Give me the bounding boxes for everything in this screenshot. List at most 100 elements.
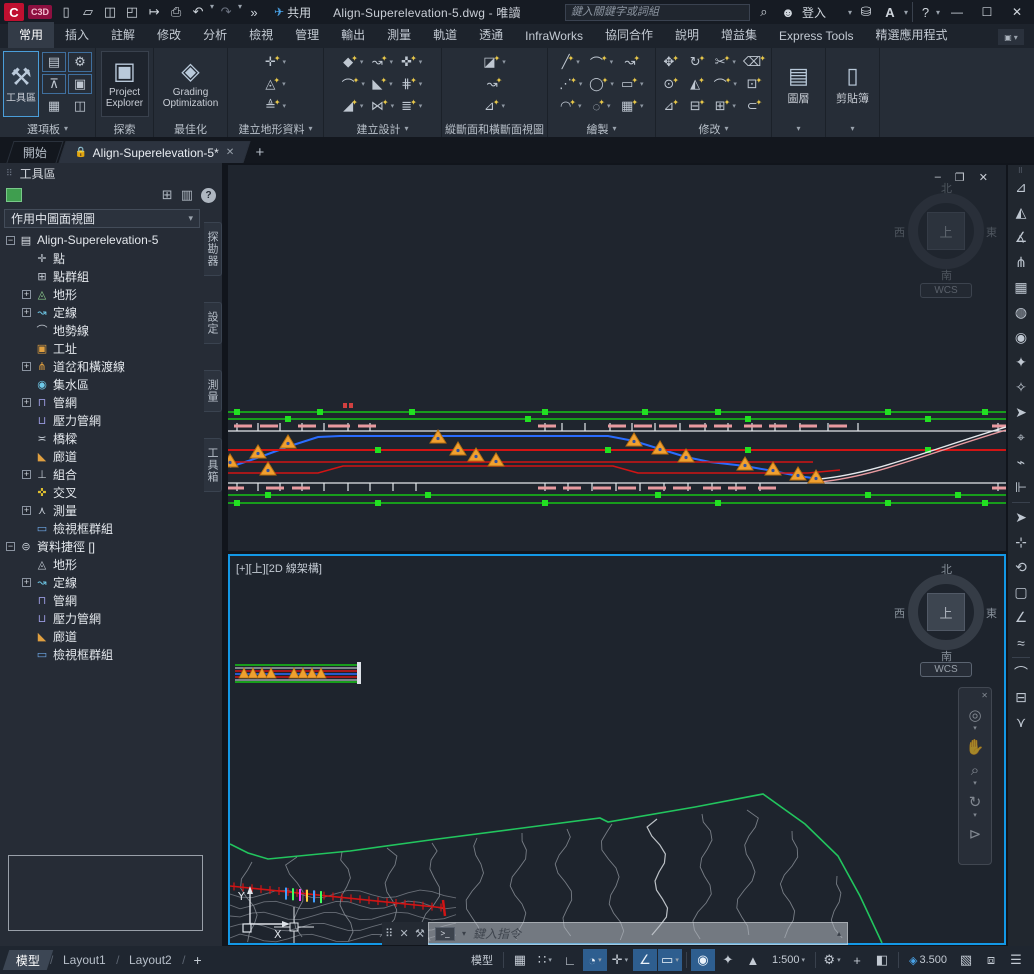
box-select-icon[interactable]: ▢ (1010, 580, 1032, 605)
ribbon-tab-測量[interactable]: 測量 (376, 22, 422, 48)
rectangle-tool[interactable]: ▭✦▾ (618, 74, 647, 94)
annotation-scale-value[interactable]: 1:500▾ (766, 949, 811, 971)
cart-icon[interactable]: ⛁ (856, 2, 876, 22)
tree-item-assemblies[interactable]: +⊥組合 (2, 465, 204, 483)
panel-label-圖層[interactable]: ▾ (772, 120, 825, 137)
grid-display-icon[interactable]: ▦ (508, 949, 532, 971)
protractor-icon[interactable]: ∡ (1010, 225, 1032, 250)
line-tool[interactable]: ╱✦▾ (556, 52, 585, 72)
help-dropdown-icon[interactable]: ▾ (936, 8, 940, 17)
survey-flag-icon[interactable]: ⊿ (1010, 175, 1032, 200)
viewport-bottom-active[interactable]: [+][上][2D 線架構] 上 北 南 西 東 WCS ✕ ◎ ▾ ✋ ⌕ ▾… (228, 554, 1006, 945)
command-line-grip[interactable]: ⠿ ✕ ⚒ (382, 922, 428, 945)
toolspace-tab-測量[interactable]: 測量 (204, 370, 222, 412)
tree-item-intersections[interactable]: ✜交叉 (2, 483, 204, 501)
ribbon-tab-常用[interactable]: 常用 (8, 22, 54, 48)
quick-profile[interactable]: ↝✦ (481, 74, 508, 94)
ribbon-tab-協同合作[interactable]: 協同合作 (594, 22, 664, 48)
expand-icon[interactable]: + (22, 470, 31, 479)
hatch-tool[interactable]: ▦✦▾ (618, 96, 647, 116)
move-tool[interactable]: ✥✦ (659, 52, 683, 72)
explode-tool[interactable]: ⊡✦ (741, 74, 768, 94)
display-palette[interactable]: ◫ (68, 96, 92, 116)
toolspace-tab-設定[interactable]: 設定 (204, 302, 222, 344)
tree-item-ds-pipe-networks[interactable]: ⊓管網 (2, 591, 204, 609)
ortho-mode-icon[interactable]: ∟ (558, 949, 582, 971)
drag-handle-icon[interactable]: ⠿ (385, 927, 393, 940)
collapse-icon[interactable]: − (6, 236, 15, 245)
undo-icon-dropdown[interactable]: ▾ (210, 2, 214, 22)
view-selector-dropdown[interactable]: 作用中圖面視圖 ▾ (4, 209, 200, 228)
toolspace-tab-探勘器[interactable]: 探勘器 (204, 222, 222, 276)
select-star-icon[interactable]: ➤ (1010, 400, 1032, 425)
drawing-tab-開始[interactable]: 開始 (6, 141, 63, 163)
select-cursor-icon[interactable]: ➤ (1010, 505, 1032, 530)
isolate-objects-icon[interactable]: ◧ (870, 949, 894, 971)
command-wrench-icon[interactable]: ⚒ (415, 927, 425, 940)
arc-select-icon[interactable]: ⌒ (1010, 660, 1032, 685)
export-icon[interactable]: ↦ (144, 2, 164, 22)
ribbon-tab-增益集[interactable]: 增益集 (710, 22, 768, 48)
annotation-scale-icon[interactable]: ▲ (741, 949, 765, 971)
angle-list-icon[interactable]: ∠ (1010, 605, 1032, 630)
annotation-visibility-icon[interactable]: ◉ (691, 949, 715, 971)
erase-tool[interactable]: ⌫✦ (741, 52, 768, 72)
tree-item-alignments[interactable]: +↝定線 (2, 303, 204, 321)
ribbon-tab-精選應用程式[interactable]: 精選應用程式 (865, 22, 959, 48)
clean-screen-icon[interactable]: ⧈ (979, 949, 1003, 971)
app-menu-button[interactable]: C (4, 3, 24, 21)
autodesk-app-icon[interactable]: A (880, 2, 900, 22)
level-triangle-icon[interactable]: ◭ (1010, 200, 1032, 225)
grading-optimization-button[interactable]: ◈Grading Optimization (167, 51, 215, 117)
palette-grip[interactable]: ⠿ (6, 168, 14, 179)
query-star-icon[interactable]: ⌖ (1010, 425, 1032, 450)
label-star-icon[interactable]: ✧ (1010, 375, 1032, 400)
expand-icon[interactable]: + (22, 308, 31, 317)
add-point-star-icon[interactable]: ✦ (1010, 350, 1032, 375)
toolspace-titlebar[interactable]: ⠿ 工具區 (0, 163, 222, 183)
arc-tool[interactable]: ⌒✦▾ (587, 52, 616, 72)
corridor-menu[interactable]: ⋈✦▾ (369, 96, 396, 116)
customization-menu-icon[interactable]: ☰ (1004, 949, 1028, 971)
points-menu[interactable]: ✛✦▾ (263, 52, 288, 72)
assembly-menu[interactable]: ⋕✦▾ (398, 74, 425, 94)
polyline-list-icon[interactable]: ≈ (1010, 630, 1032, 655)
tree-item-ds-view-frame-groups[interactable]: ▭檢視框群組 (2, 645, 204, 663)
xline-tool[interactable]: ⋰✦▾ (556, 74, 585, 94)
expand-icon[interactable]: + (22, 398, 31, 407)
trim-tool[interactable]: ✂✦▾ (712, 52, 739, 72)
expand-icon[interactable]: + (22, 578, 31, 587)
lasso-icon[interactable]: ⌁ (1010, 450, 1032, 475)
ribbon-tab-註解[interactable]: 註解 (100, 22, 146, 48)
new-file-icon[interactable]: ▯ (56, 2, 76, 22)
parcel-menu[interactable]: ⌒✦▾ (340, 74, 367, 94)
object-snap-icon[interactable]: ▭▾ (658, 949, 682, 971)
ellipse-tool[interactable]: ◌✦▾ (587, 96, 616, 116)
layout-tab-Layout1[interactable]: Layout1 (50, 950, 119, 970)
tree-item-survey[interactable]: +⋏測量 (2, 501, 204, 519)
panel-label-修改[interactable]: 修改▾ (656, 120, 771, 137)
add-plus-icon[interactable]: ⊹ (1010, 530, 1032, 555)
alignment-menu[interactable]: ◆✦▾ (340, 52, 367, 72)
toolspace-button[interactable]: ⚒工具區 (3, 51, 39, 117)
collapse-icon[interactable]: − (6, 542, 15, 551)
polar-tracking-icon[interactable]: ◔▾ (583, 949, 607, 971)
properties-palette[interactable]: ▤ (42, 52, 66, 72)
copy-tool[interactable]: ⊙✦ (659, 74, 683, 94)
tree-item-turnouts[interactable]: +⋔道岔和橫渡線 (2, 357, 204, 375)
graphics-performance-icon[interactable]: ▧ (954, 949, 978, 971)
panorama-icon[interactable]: ⊞ (162, 187, 173, 203)
tree-item-sites[interactable]: ▣工址 (2, 339, 204, 357)
circle-tool[interactable]: ◯✦▾ (587, 74, 616, 94)
expand-icon[interactable]: + (22, 506, 31, 515)
drawing-tab-Align-Superelevation-5*[interactable]: 🔒Align-Superelevation-5*✕ (58, 141, 250, 163)
ribbon-tab-InfraWorks[interactable]: InfraWorks (514, 25, 594, 48)
help-icon[interactable]: ? (912, 2, 932, 22)
panel-label-選項板[interactable]: 選項板▾ (0, 120, 95, 137)
ribbon-tab-Express Tools[interactable]: Express Tools (768, 25, 864, 48)
offset-tool[interactable]: ⊂✦ (741, 96, 768, 116)
annotation-monitor-icon[interactable]: + (845, 949, 869, 971)
layout-tab-模型[interactable]: 模型 (3, 950, 54, 970)
tree-item-bridges[interactable]: ≍橋樑 (2, 429, 204, 447)
model-space-button[interactable]: 模型 (465, 949, 499, 971)
